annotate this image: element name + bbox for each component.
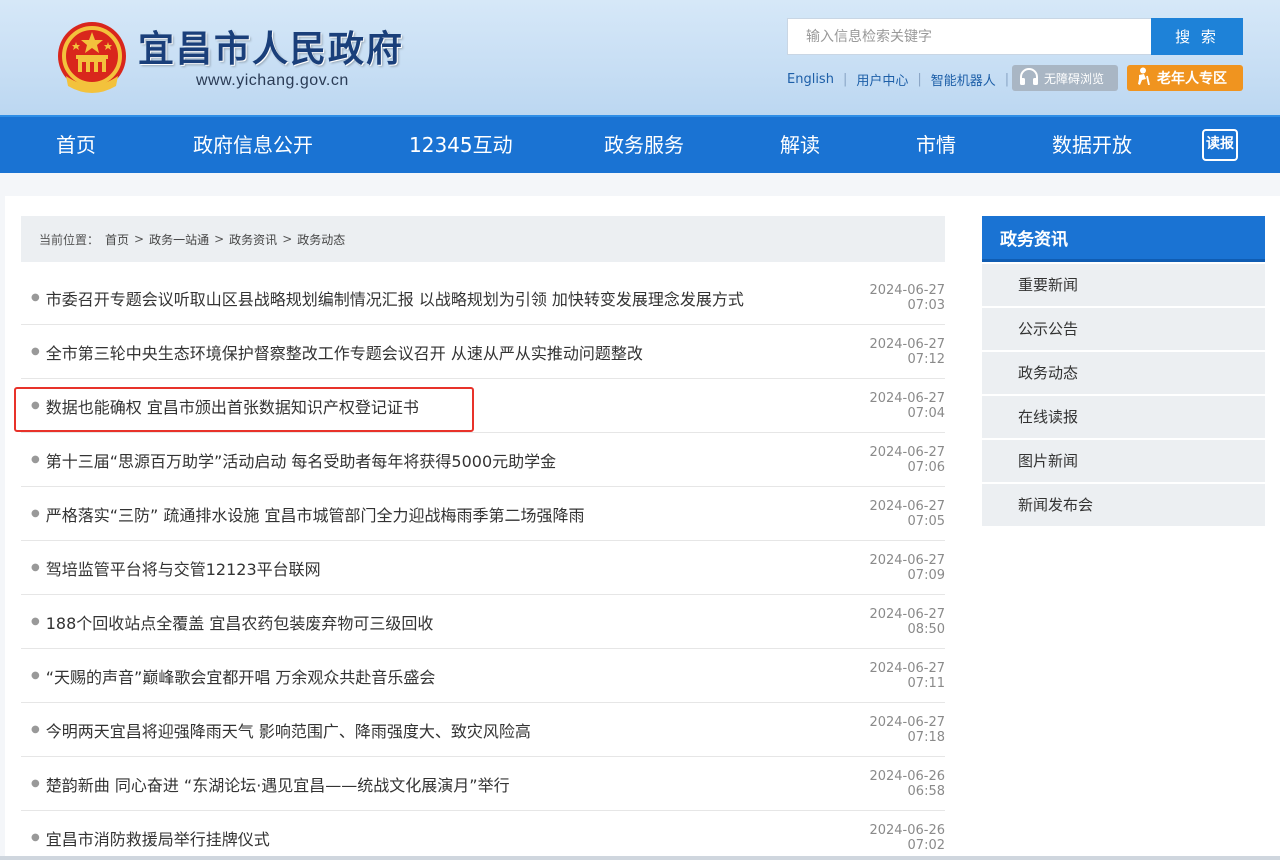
news-date: 2024-06-27 07:09 [869,552,945,583]
main-nav: 首页 政府信息公开 12345互动 政务服务 解读 市情 数据开放 读报 [0,115,1280,173]
english-link[interactable]: English [787,72,834,87]
sidebar-item-gov-dynamics[interactable]: 政务动态 [982,352,1265,394]
bullet-icon: ● [31,616,40,627]
news-item[interactable]: ● 宜昌市消防救援局举行挂牌仪式 2024-06-26 07:02 [21,811,945,860]
news-item[interactable]: ● 今明两天宜昌将迎强降雨天气 影响范围广、降雨强度大、致灾风险高 2024-0… [21,703,945,757]
breadcrumb-home[interactable]: 首页 [105,231,129,248]
news-item[interactable]: ● 严格落实“三防” 疏通排水设施 宜昌市城管部门全力迎战梅雨季第二场强降雨 2… [21,487,945,541]
bullet-icon: ● [31,400,40,411]
nav-gov-services[interactable]: 政务服务 [604,117,684,175]
site-header: 宜昌市人民政府 www.yichang.gov.cn 搜 索 English |… [0,0,1280,115]
news-item[interactable]: ● 188个回收站点全覆盖 宜昌农药包装废弃物可三级回收 2024-06-27 … [21,595,945,649]
news-date: 2024-06-27 07:05 [869,498,945,529]
bottom-bar [0,856,1280,860]
search-button[interactable]: 搜 索 [1151,18,1243,55]
news-list: ● 市委召开专题会议听取山区县战略规划编制情况汇报 以战略规划为引领 加快转变发… [21,271,945,860]
news-title[interactable]: “天赐的声音”巅峰歌会宜都开唱 万余观众共赴音乐盛会 [46,664,835,688]
breadcrumb-separator: > [134,232,145,246]
news-date: 2024-06-26 07:02 [869,822,945,853]
top-links: English | 用户中心 | 智能机器人 | [787,66,1018,92]
breadcrumb: 当前位置： 首页 > 政务一站通 > 政务资讯 > 政务动态 [21,216,945,262]
accessibility-button[interactable]: 无障碍浏览 [1012,65,1118,91]
news-item[interactable]: ● 数据也能确权 宜昌市颁出首张数据知识产权登记证书 2024-06-27 07… [21,379,945,433]
bullet-icon: ● [31,508,40,519]
accessibility-label: 无障碍浏览 [1044,71,1105,86]
nav-interpretation[interactable]: 解读 [780,117,820,175]
breadcrumb-gov-news[interactable]: 政务资讯 [229,231,277,248]
bullet-icon: ● [31,454,40,465]
link-separator: | [842,71,848,87]
newspaper-icon[interactable]: 读报 [1202,129,1238,161]
bullet-icon: ● [31,346,40,357]
news-item[interactable]: ● 市委召开专题会议听取山区县战略规划编制情况汇报 以战略规划为引领 加快转变发… [21,271,945,325]
elder-zone-button[interactable]: 老年人专区 [1127,65,1243,91]
news-date: 2024-06-27 07:12 [869,336,945,367]
national-emblem-icon [56,20,128,94]
news-date: 2024-06-27 07:06 [869,444,945,475]
search-input[interactable] [787,18,1151,55]
breadcrumb-separator: > [282,232,293,246]
sidebar-item-press-conference[interactable]: 新闻发布会 [982,484,1265,526]
breadcrumb-gov-dynamics[interactable]: 政务动态 [297,231,345,248]
news-item[interactable]: ● 驾培监管平台将与交管12123平台联网 2024-06-27 07:09 [21,541,945,595]
news-title[interactable]: 188个回收站点全覆盖 宜昌农药包装废弃物可三级回收 [46,610,835,634]
link-separator: | [1004,71,1010,87]
news-title[interactable]: 数据也能确权 宜昌市颁出首张数据知识产权登记证书 [46,394,835,418]
breadcrumb-separator: > [214,232,225,246]
news-item[interactable]: ● 楚韵新曲 同心奋进 “东湖论坛·遇见宜昌——统战文化展演月”举行 2024-… [21,757,945,811]
nav-gov-info-disclosure[interactable]: 政府信息公开 [193,117,313,175]
nav-open-data[interactable]: 数据开放 [1052,117,1132,175]
bullet-icon: ● [31,778,40,789]
news-title[interactable]: 全市第三轮中央生态环境保护督察整改工作专题会议召开 从速从严从实推动问题整改 [46,340,835,364]
news-item[interactable]: ● 全市第三轮中央生态环境保护督察整改工作专题会议召开 从速从严从实推动问题整改… [21,325,945,379]
news-date: 2024-06-27 07:04 [869,390,945,421]
news-date: 2024-06-27 08:50 [869,606,945,637]
bullet-icon: ● [31,670,40,681]
breadcrumb-gov-portal[interactable]: 政务一站通 [149,231,209,248]
news-item[interactable]: ● “天赐的声音”巅峰歌会宜都开唱 万余观众共赴音乐盛会 2024-06-27 … [21,649,945,703]
news-title[interactable]: 宜昌市消防救援局举行挂牌仪式 [46,826,835,850]
smart-robot-link[interactable]: 智能机器人 [931,70,996,89]
sidebar-item-photo-news[interactable]: 图片新闻 [982,440,1265,482]
sidebar-item-important-news[interactable]: 重要新闻 [982,264,1265,306]
news-date: 2024-06-27 07:18 [869,714,945,745]
bullet-icon: ● [31,562,40,573]
news-title[interactable]: 今明两天宜昌将迎强降雨天气 影响范围广、降雨强度大、致灾风险高 [46,718,835,742]
news-title[interactable]: 驾培监管平台将与交管12123平台联网 [46,556,835,580]
nav-12345-interaction[interactable]: 12345互动 [409,117,513,175]
sidebar-title: 政务资讯 [982,216,1265,262]
sidebar-item-online-newspaper[interactable]: 在线读报 [982,396,1265,438]
nav-city-info[interactable]: 市情 [916,117,956,175]
news-title[interactable]: 第十三届“思源百万助学”活动启动 每名受助者每年将获得5000元助学金 [46,448,835,472]
bullet-icon: ● [31,724,40,735]
breadcrumb-prefix: 当前位置： [39,232,100,247]
link-separator: | [917,71,922,87]
news-date: 2024-06-27 07:03 [869,282,945,313]
news-title[interactable]: 楚韵新曲 同心奋进 “东湖论坛·遇见宜昌——统战文化展演月”举行 [46,772,835,796]
site-url: www.yichang.gov.cn [196,72,349,89]
news-date: 2024-06-26 06:58 [869,768,945,799]
user-center-link[interactable]: 用户中心 [856,70,908,89]
news-item[interactable]: ● 第十三届“思源百万助学”活动启动 每名受助者每年将获得5000元助学金 20… [21,433,945,487]
news-date: 2024-06-27 07:11 [869,660,945,691]
nav-home[interactable]: 首页 [56,117,96,175]
bullet-icon: ● [31,832,40,843]
headphone-icon [1018,67,1040,89]
news-title[interactable]: 市委召开专题会议听取山区县战略规划编制情况汇报 以战略规划为引领 加快转变发展理… [46,286,835,310]
bullet-icon: ● [31,292,40,303]
sidebar: 政务资讯 重要新闻 公示公告 政务动态 在线读报 图片新闻 新闻发布会 [982,216,1265,526]
sidebar-item-announcements[interactable]: 公示公告 [982,308,1265,350]
search-box: 搜 索 [787,18,1243,55]
elder-person-icon [1135,67,1151,89]
site-title[interactable]: 宜昌市人民政府 [138,20,404,72]
news-title[interactable]: 严格落实“三防” 疏通排水设施 宜昌市城管部门全力迎战梅雨季第二场强降雨 [46,502,835,526]
elder-zone-label: 老年人专区 [1157,71,1227,87]
